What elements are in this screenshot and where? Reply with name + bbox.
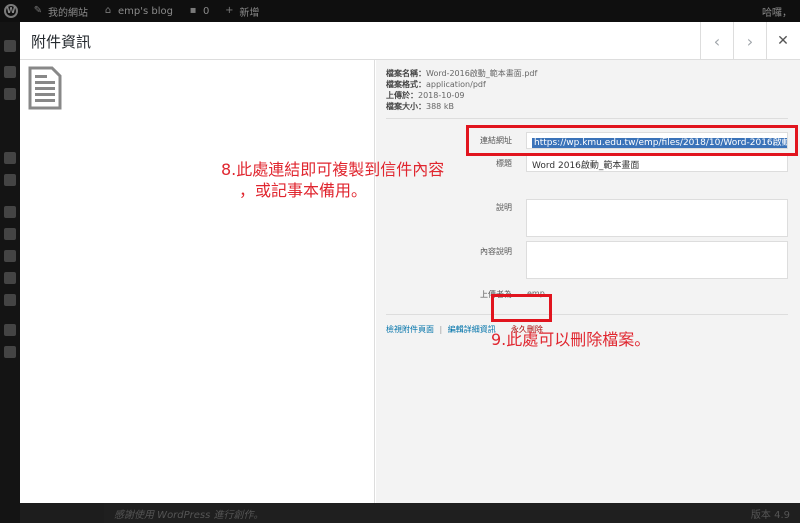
comment-bubble-icon: ▪ <box>189 5 197 16</box>
plus-icon: + <box>225 5 234 16</box>
account-menu[interactable]: 哈囉， <box>762 0 792 22</box>
annotation-note-url-line2: ，或記事本備用。 <box>239 181 368 200</box>
appearance-icon[interactable] <box>4 206 16 218</box>
description-label: 內容說明 <box>480 247 512 256</box>
delete-highlight-box <box>491 294 552 322</box>
pin-icon: ✎ <box>33 5 43 16</box>
divider <box>386 118 788 119</box>
document-icon <box>28 66 62 110</box>
annotation-note-url-line1: 8.此處連結即可複製到信件內容 <box>221 160 445 179</box>
attachment-details-modal: 附件資訊 ‹ › ✕ 檔案名稱：Word-2016啟動_範本畫面.pdf 檔案格… <box>20 22 800 503</box>
blog-label: emp's blog <box>118 5 173 17</box>
comments-menu[interactable]: ▪ 0 <box>187 5 210 17</box>
new-content-menu[interactable]: + 新增 <box>223 4 259 19</box>
detail-filetype: 檔案格式：application/pdf <box>386 80 486 89</box>
admin-side-menu <box>0 22 20 523</box>
wp-logo-menu[interactable]: W <box>4 4 18 18</box>
collapse-icon[interactable] <box>4 346 16 358</box>
chevron-left-icon: ‹ <box>713 31 721 51</box>
footer-thanks: 感謝使用 WordPress 進行創作。 <box>114 509 264 521</box>
detail-uploaded: 上傳於：2018-10-09 <box>386 91 465 100</box>
users-icon[interactable] <box>4 250 16 262</box>
settings-icon[interactable] <box>4 294 16 306</box>
url-highlight-box <box>466 125 798 156</box>
plugins-icon[interactable] <box>4 228 16 240</box>
annotation-note-delete: 9.此處可以刪除檔案。 <box>491 330 651 349</box>
admin-footer: 感謝使用 WordPress 進行創作。 版本 4.9 <box>104 503 800 523</box>
comments-icon[interactable] <box>4 174 16 186</box>
attachment-preview-pane <box>20 60 375 503</box>
gear-icon[interactable] <box>4 324 16 336</box>
previous-attachment-button[interactable]: ‹ <box>700 22 733 60</box>
tools-icon[interactable] <box>4 272 16 284</box>
detail-filesize: 檔案大小：388 kB <box>386 102 454 111</box>
my-site-label: 我的網站 <box>48 7 88 19</box>
my-site-menu[interactable]: ✎ 我的網站 <box>32 4 88 19</box>
dashboard-icon[interactable] <box>4 40 16 52</box>
close-icon: ✕ <box>777 33 789 49</box>
link-separator: | <box>439 325 443 334</box>
caption-textarea[interactable] <box>526 199 788 237</box>
new-label: 新增 <box>239 7 260 19</box>
modal-title: 附件資訊 <box>31 33 92 51</box>
admin-bar: W ✎ 我的網站 ⌂ emp's blog ▪ 0 + 新增 哈囉， <box>0 0 800 22</box>
pages-icon[interactable] <box>4 152 16 164</box>
description-textarea[interactable] <box>526 241 788 279</box>
file-details: 檔案名稱：Word-2016啟動_範本畫面.pdf 檔案格式：applicati… <box>386 68 537 112</box>
caption-label: 說明 <box>496 203 512 212</box>
divider <box>386 314 788 315</box>
close-modal-button[interactable]: ✕ <box>766 22 799 60</box>
wordpress-logo-icon: W <box>4 4 18 18</box>
home-icon: ⌂ <box>104 5 112 16</box>
modal-header: 附件資訊 ‹ › ✕ <box>20 22 800 60</box>
posts-icon[interactable] <box>4 66 16 78</box>
greeting-label: 哈囉， <box>762 7 792 19</box>
chevron-right-icon: › <box>746 31 754 51</box>
title-field[interactable]: Word 2016啟動_範本畫面 <box>526 155 788 172</box>
view-attachment-page-link[interactable]: 檢視附件頁面 <box>386 325 434 334</box>
media-icon[interactable] <box>4 88 16 100</box>
edit-details-link[interactable]: 編輯詳細資訊 <box>448 325 496 334</box>
comments-count: 0 <box>202 5 210 17</box>
next-attachment-button[interactable]: › <box>733 22 766 60</box>
footer-version: 版本 4.9 <box>750 509 790 521</box>
annotation-note-url: 8.此處連結即可複製到信件內容 ，或記事本備用。 <box>221 159 444 201</box>
detail-filename: 檔案名稱：Word-2016啟動_範本畫面.pdf <box>386 69 538 78</box>
blog-menu[interactable]: ⌂ emp's blog <box>102 5 173 17</box>
